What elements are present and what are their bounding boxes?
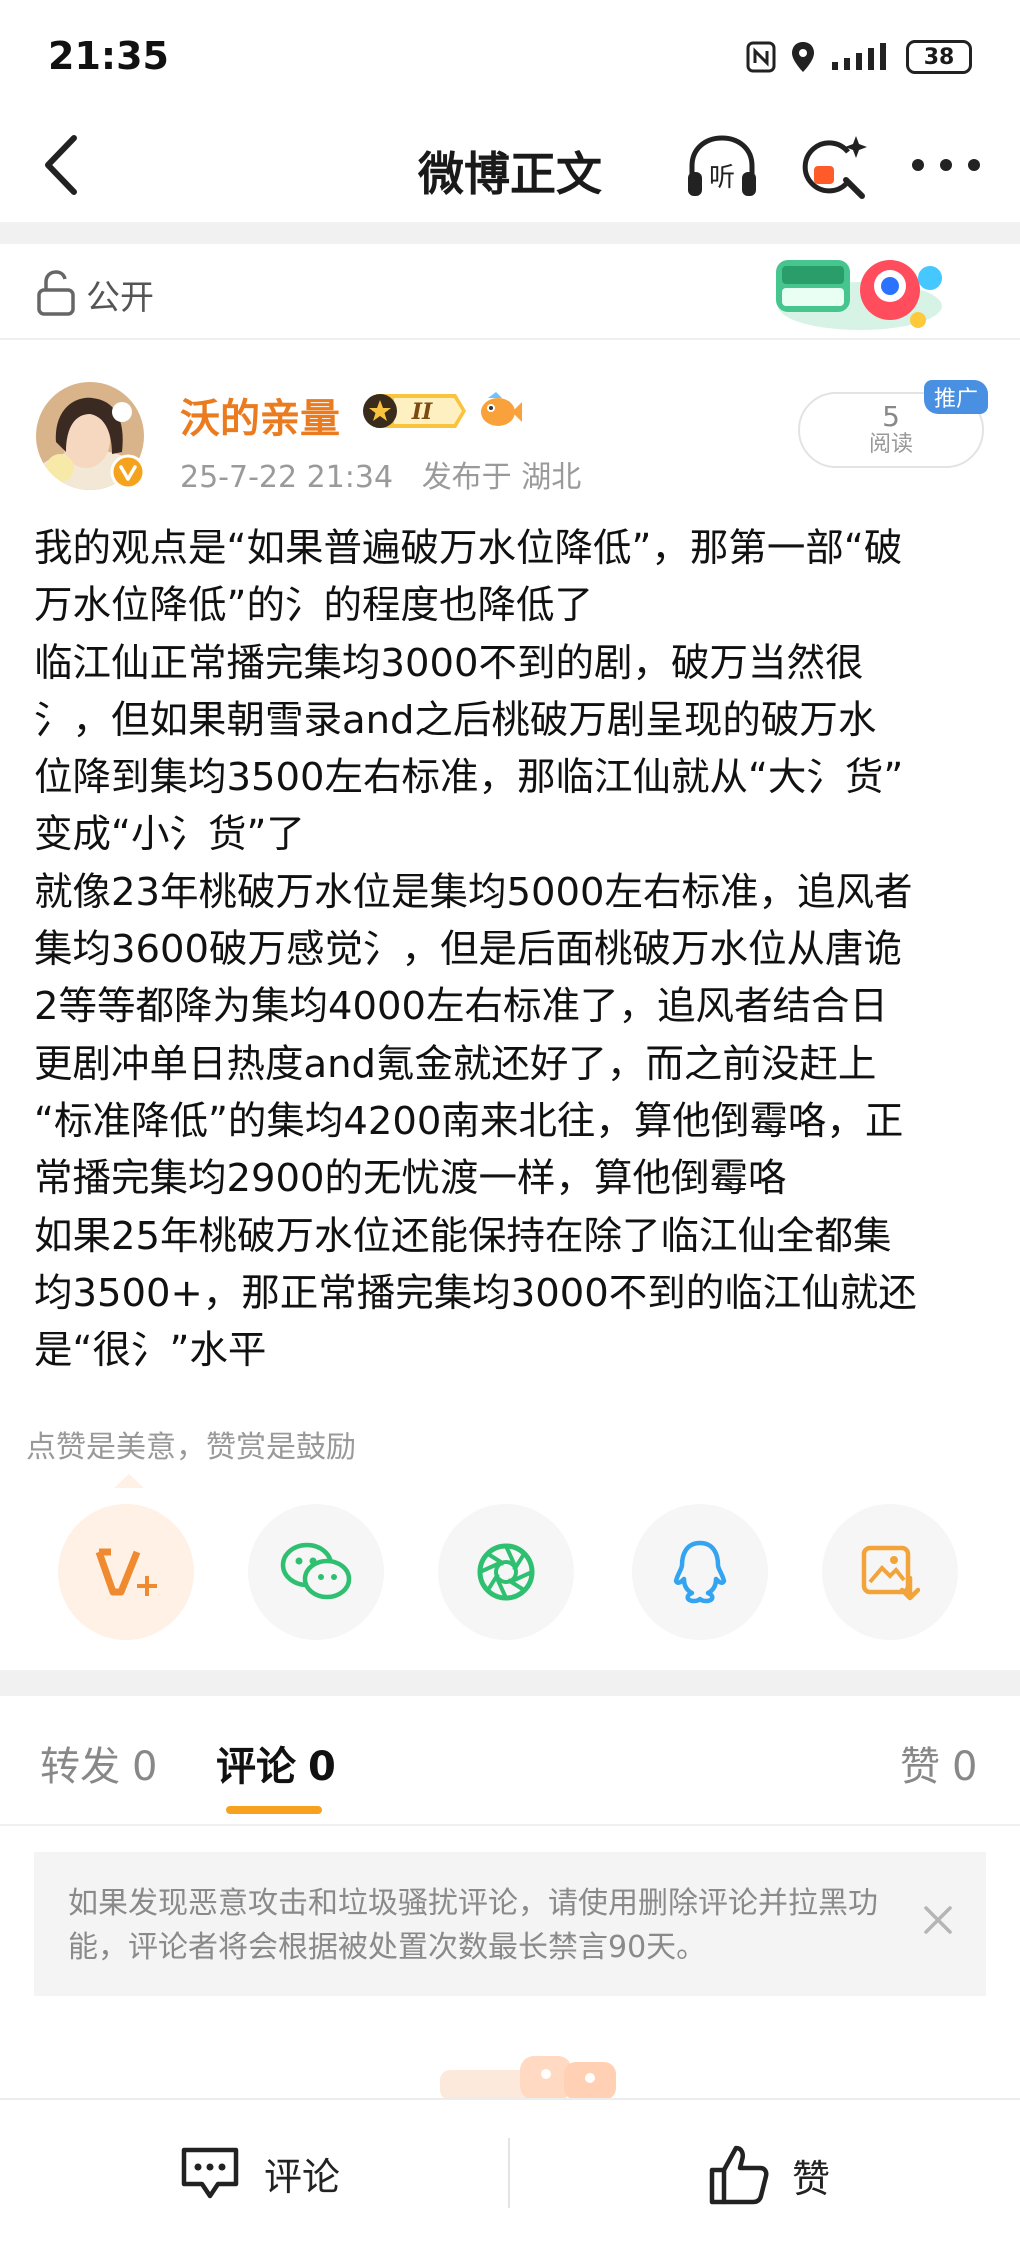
post-text-line: 位降到集均3500左右标准，那临江仙就从“大氵货”	[34, 755, 904, 801]
comment-icon	[181, 2147, 239, 2199]
status-bar: 21:35 38	[0, 0, 1020, 110]
interaction-tabs: 转发 0 评论 0 赞0	[0, 1696, 1020, 1826]
tab-repost[interactable]: 转发 0	[40, 1734, 157, 1792]
visibility-row: 公开	[0, 244, 1020, 340]
fish-badge-icon[interactable]	[478, 390, 522, 432]
save-image-icon	[861, 1545, 920, 1601]
level-badge[interactable]: II	[360, 390, 468, 432]
more-icon	[912, 159, 980, 171]
save-image-button[interactable]	[822, 1504, 958, 1640]
reward-button[interactable]	[58, 1504, 194, 1640]
post-text-line: 万水位降低”的氵的程度也降低了	[34, 583, 593, 629]
search-ai-button[interactable]	[800, 130, 872, 202]
status-time: 21:35	[48, 34, 169, 78]
post-text-line: 就像23年桃破万水位是集均5000左右标准，追风者	[34, 869, 913, 915]
post-text-line: 临江仙正常播完集均3000不到的剧，破万当然很	[34, 640, 864, 686]
section-separator	[0, 1670, 1020, 1696]
qq-icon	[673, 1540, 727, 1604]
avatar[interactable]	[36, 382, 146, 490]
post-meta: 25-7-22 21:34 发布于 湖北	[180, 452, 581, 496]
bottom-action-bar: 评论 赞	[0, 2098, 1020, 2250]
tab-like-label: 赞	[900, 1744, 940, 1790]
post-time: 25-7-22 21:34	[180, 460, 394, 495]
active-tab-indicator	[226, 1806, 322, 1814]
post-text-line: 是“很氵”水平	[34, 1328, 267, 1374]
visibility-label: 公开	[86, 278, 154, 318]
empty-comments-illustration	[440, 2056, 616, 2100]
tab-like-count: 0	[952, 1744, 978, 1790]
tab-comment-count: 0	[308, 1744, 336, 1790]
post-text-line: 均3500+，那正常播完集均3000不到的临江仙就还	[34, 1270, 917, 1316]
search-ai-icon	[802, 136, 867, 199]
post-text-line: 如果25年桃破万水位还能保持在除了临江仙全都集	[34, 1213, 892, 1259]
lock-icon	[37, 270, 75, 316]
svg-text:听: 听	[709, 163, 735, 193]
post-body: 我的观点是“如果普遍破万水位降低”，那第一部“破 万水位降低”的氵的程度也降低了临…	[34, 520, 990, 1379]
wechat-icon	[280, 1542, 352, 1600]
share-row	[58, 1504, 958, 1640]
post-text-line: 2等等都降为集均4000左右标准了，追风者结合日	[34, 984, 888, 1030]
close-icon[interactable]	[920, 1902, 956, 1938]
read-count-label: 阅读	[868, 432, 913, 457]
bottom-like-button[interactable]: 赞	[708, 2144, 830, 2206]
bottom-like-label: 赞	[792, 2156, 831, 2201]
promo-badge-icon[interactable]	[772, 250, 948, 334]
share-moments-button[interactable]	[438, 1504, 574, 1640]
author-name[interactable]: 沃的亲量	[180, 386, 340, 444]
nfc-icon	[746, 41, 776, 73]
tab-repost-count: 0	[132, 1744, 158, 1790]
post-text-line: 常播完集均2900的无忧渡一样，算他倒霉咯	[34, 1156, 787, 1202]
comment-notice: 如果发现恶意攻击和垃圾骚扰评论，请使用删除评论并拉黑功能，评论者将会根据被处置次…	[34, 1852, 986, 1996]
tab-repost-label: 转发	[40, 1744, 120, 1790]
post-text-line: 氵，但如果朝雪录and之后桃破万剧呈现的破万水	[34, 697, 877, 743]
reward-caret	[114, 1474, 144, 1488]
thumbs-up-icon	[709, 2145, 769, 2205]
location-icon	[792, 42, 814, 72]
post-text-line: 我的观点是“如果普遍破万水位降低”，那第一部“破	[34, 526, 903, 571]
verified-badge-icon	[110, 454, 146, 490]
tab-comment-label: 评论	[216, 1744, 296, 1790]
more-button[interactable]	[906, 140, 986, 190]
post-text-line: “标准降低”的集均4200南来北往，算他倒霉咯，正	[34, 1098, 904, 1144]
tab-like[interactable]: 赞0	[900, 1734, 977, 1792]
share-wechat-button[interactable]	[248, 1504, 384, 1640]
level-text: II	[411, 399, 433, 425]
listen-icon: 听	[688, 135, 756, 196]
status-icons: 38	[746, 40, 972, 74]
bottom-comment-button[interactable]: 评论	[178, 2144, 340, 2202]
reward-icon	[95, 1548, 157, 1596]
listen-button[interactable]: 听	[684, 134, 760, 200]
post-location: 发布于 湖北	[421, 460, 582, 495]
share-qq-button[interactable]	[632, 1504, 768, 1640]
post-text-line: 更剧冲单日热度and氪金就还好了，而之前没赶上	[34, 1041, 877, 1087]
moments-icon	[477, 1543, 535, 1601]
battery-indicator: 38	[906, 40, 972, 74]
comment-notice-text: 如果发现恶意攻击和垃圾骚扰评论，请使用删除评论并拉黑功能，评论者将会根据被处置次…	[68, 1886, 878, 1965]
post-text-line: 集均3600破万感觉氵，但是后面桃破万水位从唐诡	[34, 927, 902, 973]
signal-icon	[832, 43, 886, 70]
promo-tag[interactable]: 推广	[924, 380, 988, 414]
tab-comment[interactable]: 评论 0	[216, 1734, 336, 1792]
reward-tip: 点赞是美意，赞赏是鼓励	[26, 1430, 356, 1465]
post-text-line: 变成“小氵货”了	[34, 812, 305, 858]
title-bar: 微博正文 听	[0, 110, 1020, 220]
header-separator	[0, 222, 1020, 244]
bottom-comment-label: 评论	[264, 2154, 341, 2199]
bottom-divider	[508, 2138, 510, 2208]
